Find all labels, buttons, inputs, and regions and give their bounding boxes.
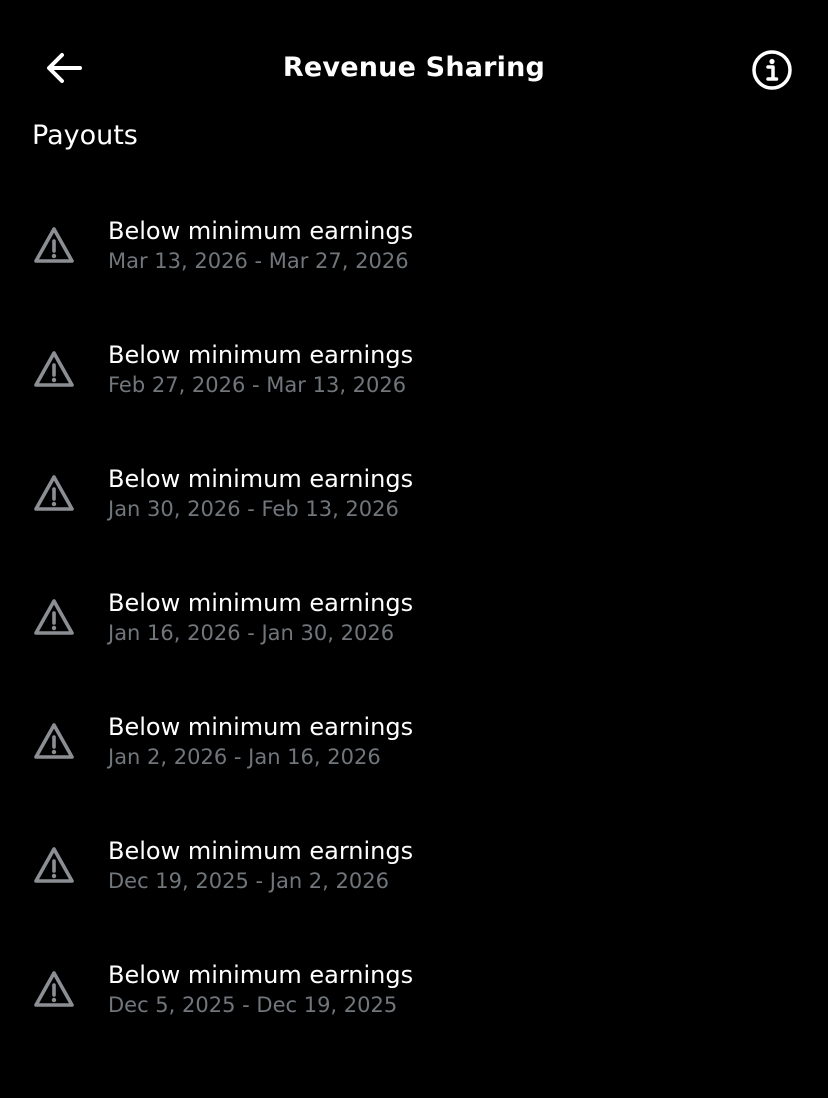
payout-status: Below minimum earnings xyxy=(108,961,414,989)
info-circle-icon xyxy=(752,50,792,90)
payout-list: Below minimum earnings Mar 13, 2026 - Ma… xyxy=(0,186,828,1054)
payout-date-range: Jan 2, 2026 - Jan 16, 2026 xyxy=(108,745,381,769)
warning-triangle-icon xyxy=(34,723,74,759)
warning-triangle-icon xyxy=(34,971,74,1007)
payout-date-range: Dec 19, 2025 - Jan 2, 2026 xyxy=(108,869,389,893)
payout-status: Below minimum earnings xyxy=(108,217,414,245)
payout-item[interactable]: Below minimum earnings Dec 19, 2025 - Ja… xyxy=(0,806,828,930)
warning-triangle-icon xyxy=(34,227,74,263)
payout-date-range: Dec 5, 2025 - Dec 19, 2025 xyxy=(108,993,398,1017)
payout-status: Below minimum earnings xyxy=(108,465,414,493)
payout-item[interactable]: Below minimum earnings Jan 2, 2026 - Jan… xyxy=(0,682,828,806)
page-title: Revenue Sharing xyxy=(282,52,546,83)
payout-status: Below minimum earnings xyxy=(108,713,414,741)
payout-status: Below minimum earnings xyxy=(108,589,414,617)
warning-triangle-icon xyxy=(34,351,74,387)
section-title-payouts: Payouts xyxy=(32,120,138,151)
warning-triangle-icon xyxy=(34,847,74,883)
payout-item[interactable]: Below minimum earnings Jan 16, 2026 - Ja… xyxy=(0,558,828,682)
payout-date-range: Jan 16, 2026 - Jan 30, 2026 xyxy=(108,621,395,645)
payout-item[interactable]: Below minimum earnings Mar 13, 2026 - Ma… xyxy=(0,186,828,310)
info-button[interactable] xyxy=(746,44,798,96)
payout-date-range: Jan 30, 2026 - Feb 13, 2026 xyxy=(108,497,399,521)
payout-date-range: Feb 27, 2026 - Mar 13, 2026 xyxy=(108,373,407,397)
payout-item[interactable]: Below minimum earnings Jan 30, 2026 - Fe… xyxy=(0,434,828,558)
payout-item[interactable]: Below minimum earnings Dec 5, 2025 - Dec… xyxy=(0,930,828,1054)
warning-triangle-icon xyxy=(34,599,74,635)
payout-status: Below minimum earnings xyxy=(108,837,414,865)
warning-triangle-icon xyxy=(34,475,74,511)
payout-date-range: Mar 13, 2026 - Mar 27, 2026 xyxy=(108,249,409,273)
payout-status: Below minimum earnings xyxy=(108,341,414,369)
payout-item[interactable]: Below minimum earnings Feb 27, 2026 - Ma… xyxy=(0,310,828,434)
